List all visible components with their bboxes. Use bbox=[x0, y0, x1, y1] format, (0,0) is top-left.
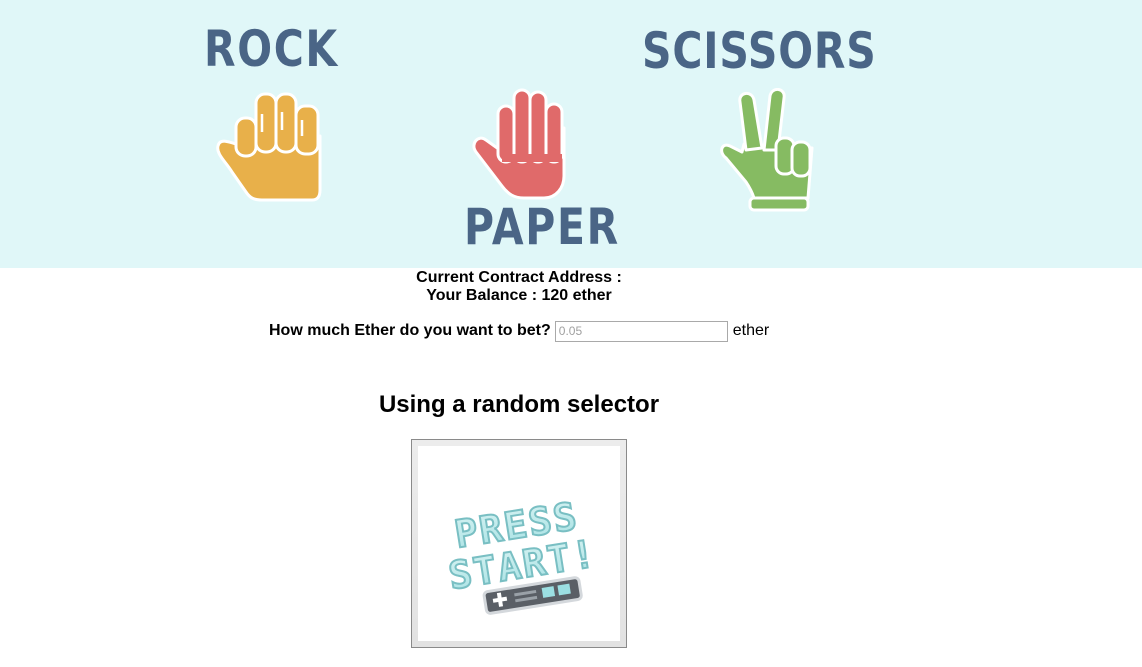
press-start-button[interactable]: PRESS START! bbox=[411, 439, 627, 648]
game-banner: ROCK PAPER SCISSORS bbox=[0, 0, 1142, 268]
rock-fist-icon bbox=[216, 92, 322, 202]
paper-hand-icon bbox=[472, 88, 566, 200]
scissors-title: SCISSORS bbox=[642, 22, 877, 80]
press-start-logo: PRESS START! bbox=[445, 493, 601, 615]
paper-title: PAPER bbox=[464, 198, 620, 256]
bet-row: How much Ether do you want to bet? ether bbox=[269, 320, 769, 342]
bet-label: How much Ether do you want to bet? bbox=[269, 322, 551, 339]
press-start-image: PRESS START! bbox=[418, 446, 620, 641]
random-selector-title: Using a random selector bbox=[378, 391, 660, 418]
balance-text: Your Balance : 120 ether bbox=[426, 287, 612, 304]
contract-address-label: Current Contract Address : bbox=[416, 269, 622, 286]
rock-title: ROCK bbox=[204, 20, 339, 78]
scissors-hand-icon bbox=[720, 88, 814, 212]
bet-unit-label: ether bbox=[732, 322, 770, 339]
bet-amount-input[interactable] bbox=[554, 320, 728, 342]
